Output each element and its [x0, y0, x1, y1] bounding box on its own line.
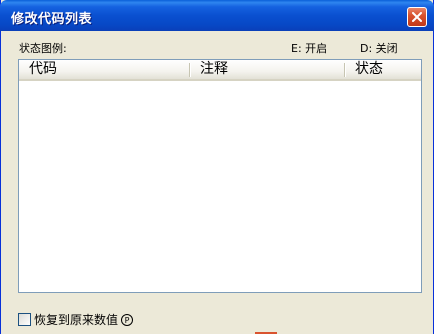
column-header-status[interactable]: 状态 [345, 60, 421, 79]
dialog-window: 修改代码列表 状态图例: E: 开启 D: 关闭 代码 注释 状态 恢复到原来数… [0, 0, 434, 334]
column-header-code[interactable]: 代码 [19, 60, 190, 79]
column-header-note[interactable]: 注释 [190, 60, 345, 79]
window-title: 修改代码列表 [11, 12, 93, 27]
close-icon [412, 12, 422, 22]
hotkey-hint: P [121, 313, 134, 326]
code-list[interactable]: 代码 注释 状态 [18, 59, 422, 293]
restore-original-values-checkbox[interactable]: 恢复到原来数值 P [18, 311, 134, 328]
list-header: 代码 注释 状态 [19, 60, 421, 81]
status-legend-label: 状态图例: [19, 42, 67, 55]
legend-enabled: E: 开启 [291, 42, 328, 55]
title-bar[interactable]: 修改代码列表 [0, 0, 434, 31]
legend-disabled: D: 关闭 [360, 42, 398, 55]
close-button[interactable] [407, 7, 427, 27]
checkbox-box[interactable] [18, 313, 31, 326]
restore-label: 恢复到原来数值 [34, 313, 119, 327]
